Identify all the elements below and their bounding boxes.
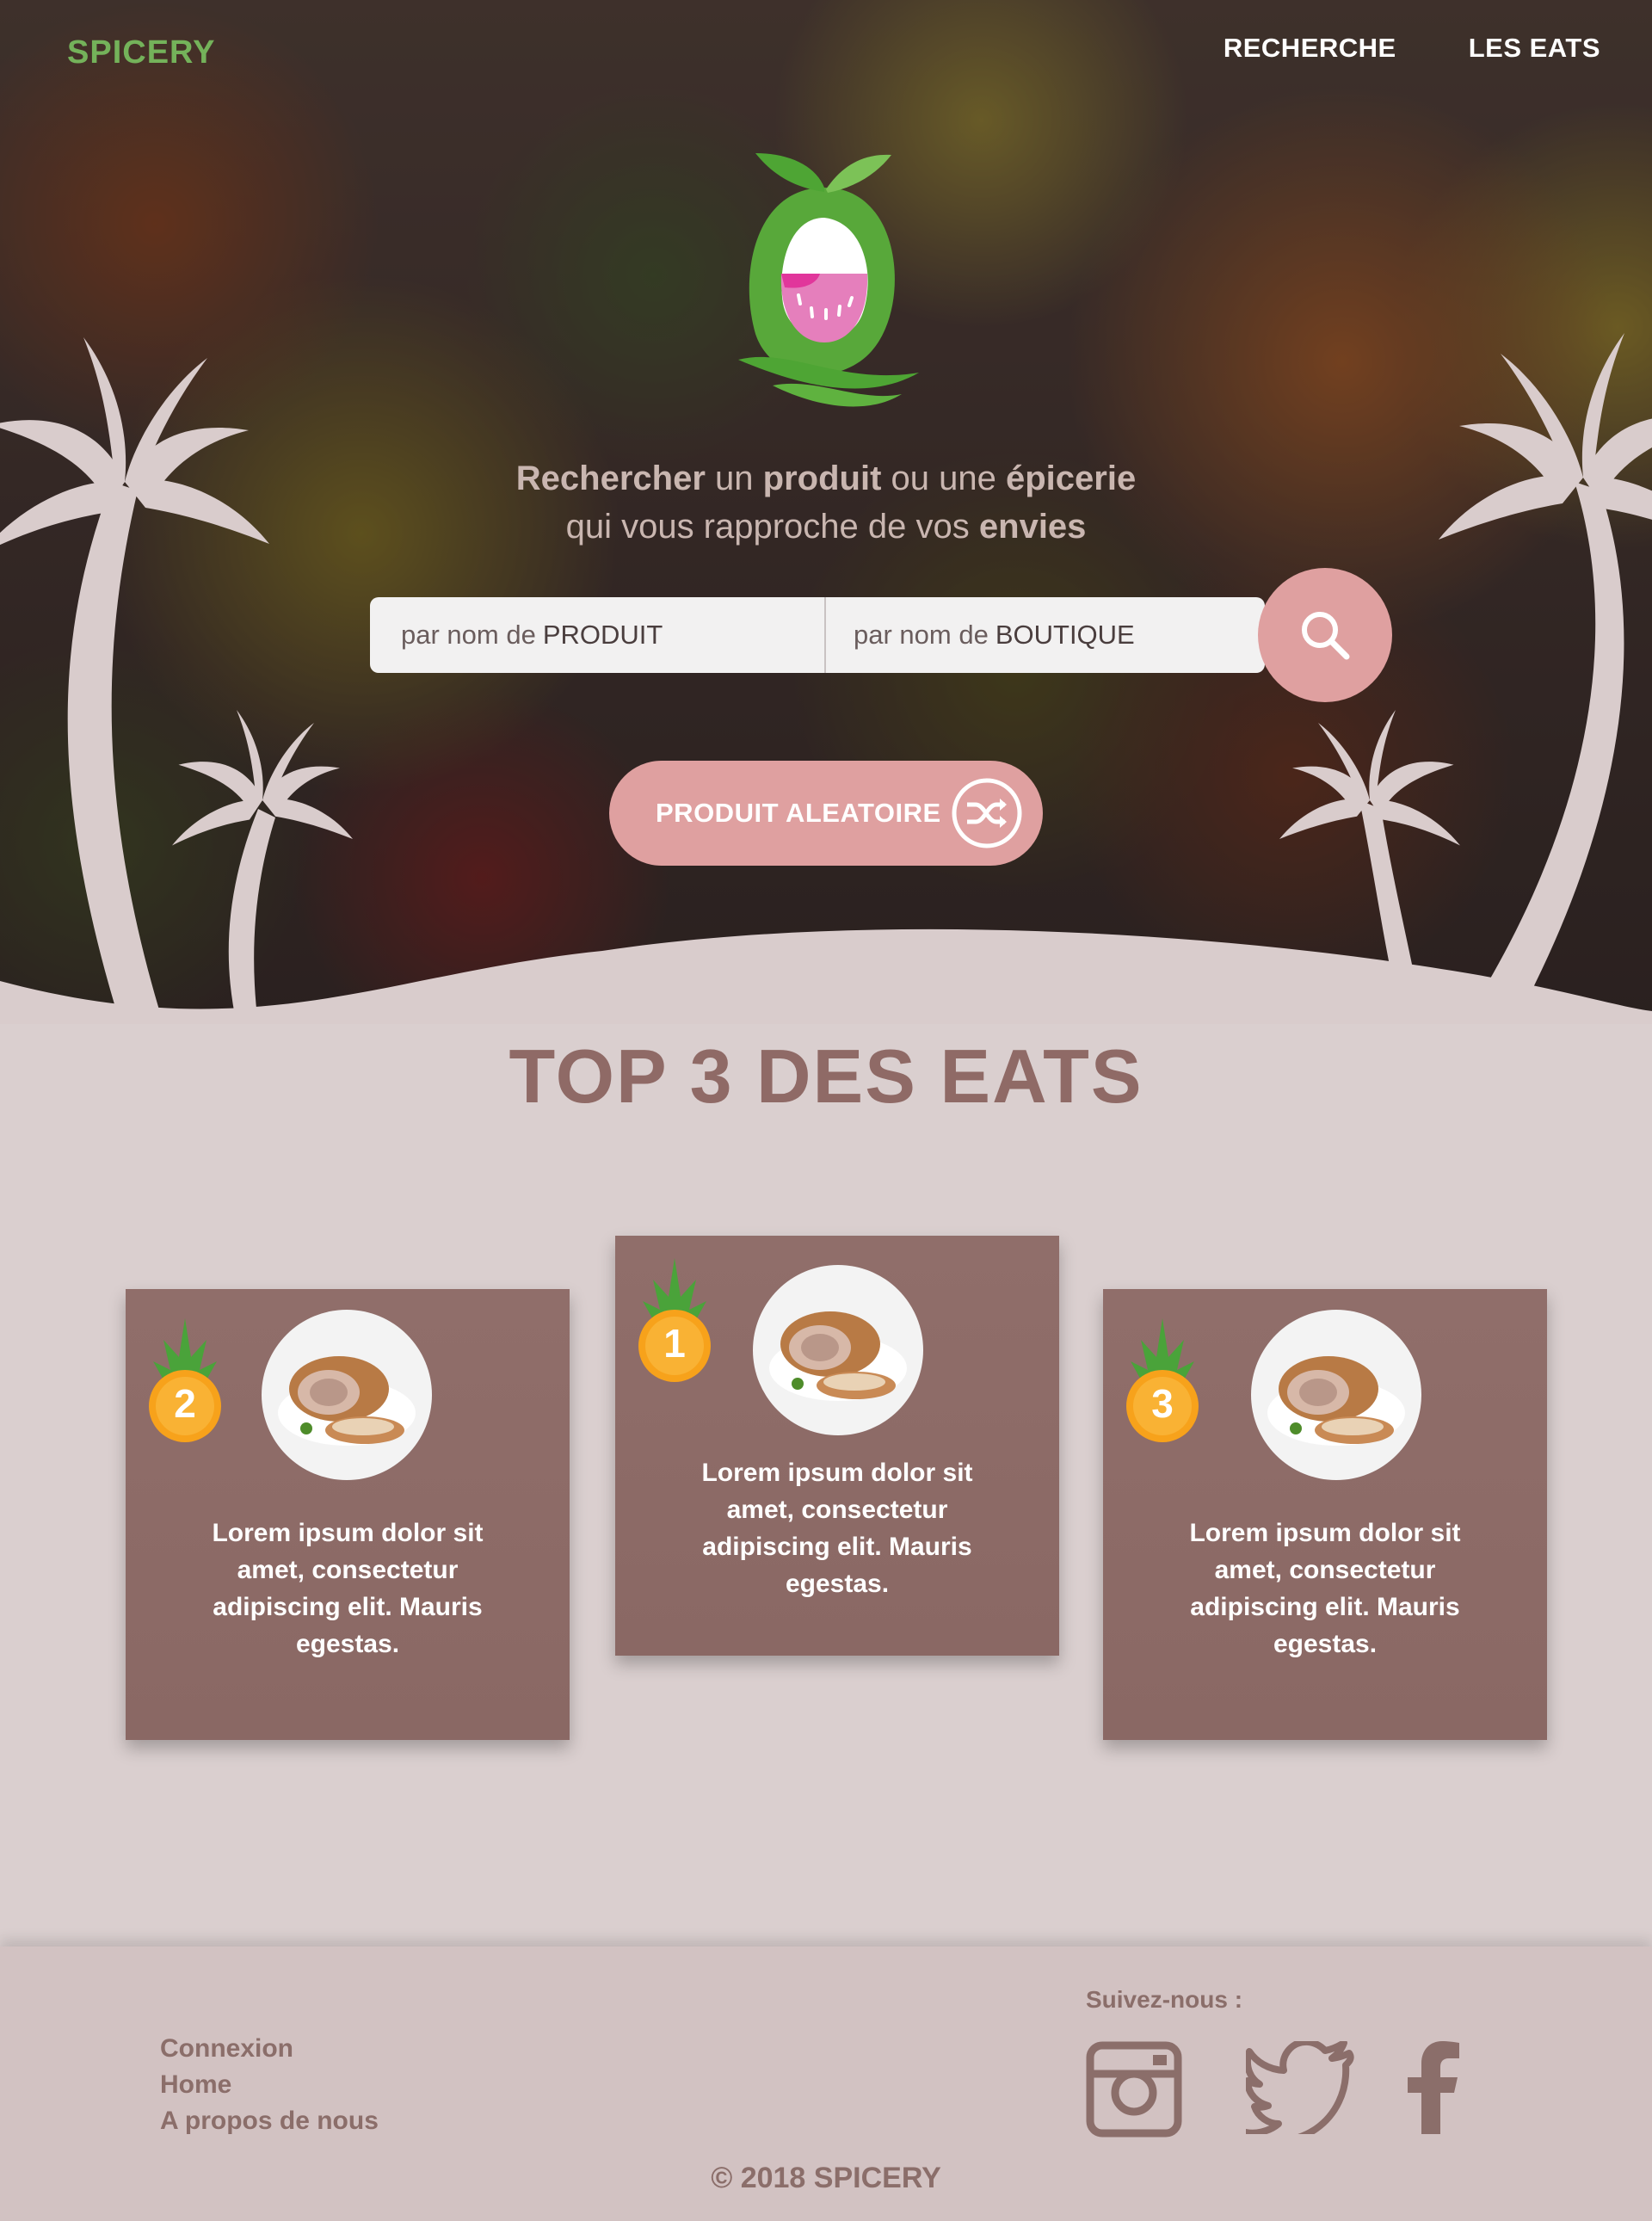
twitter-icon[interactable]	[1246, 2041, 1356, 2134]
top3-section-title: TOP 3 DES EATS	[509, 1033, 1143, 1119]
nav-link-recherche[interactable]: RECHERCHE	[1224, 33, 1396, 64]
search-button[interactable]	[1258, 568, 1392, 702]
top3-card-rank-1[interactable]: 1 Lorem ipsum dolor sit amet, consectetu…	[615, 1236, 1059, 1656]
rank-number: 3	[1151, 1381, 1174, 1426]
brand-logo-text[interactable]: SPICERY	[67, 34, 215, 71]
top3-card-rank-2[interactable]: 2 Lorem ipsum dolor sit amet, consectetu…	[126, 1289, 570, 1740]
footer-link-a-propos[interactable]: A propos de nous	[160, 2103, 379, 2139]
footer-link-connexion[interactable]: Connexion	[160, 2031, 379, 2067]
card-description: Lorem ipsum dolor sit amet, consectetur …	[126, 1515, 570, 1663]
product-placeholder-prefix: par nom de	[401, 620, 536, 650]
card-text: Lorem ipsum dolor sit amet, consectetur …	[212, 1519, 484, 1658]
dish-photo	[753, 1265, 923, 1435]
footer-links: Connexion Home A propos de nous	[160, 2031, 379, 2139]
tagline-word: ou une	[891, 460, 996, 497]
rank-number: 2	[174, 1381, 196, 1426]
top-nav: RECHERCHE LES EATS	[1224, 33, 1600, 64]
search-icon	[1302, 612, 1350, 660]
card-description: Lorem ipsum dolor sit amet, consectetur …	[615, 1454, 1059, 1602]
footer-link-home[interactable]: Home	[160, 2067, 379, 2103]
product-placeholder-keyword: PRODUIT	[542, 620, 663, 650]
tagline-word: épicerie	[1005, 460, 1137, 497]
top3-card-rank-3[interactable]: 3 Lorem ipsum dolor sit amet, consectetu…	[1103, 1289, 1547, 1740]
facebook-icon[interactable]	[1404, 2041, 1461, 2134]
shop-placeholder-keyword: BOUTIQUE	[995, 620, 1135, 650]
follow-us-label: Suivez-nous :	[1086, 1986, 1243, 2013]
shop-placeholder-prefix: par nom de	[854, 620, 989, 650]
site-footer: Connexion Home A propos de nous Suivez-n…	[0, 1946, 1652, 2221]
tagline-word: produit	[762, 460, 882, 497]
card-text: Lorem ipsum dolor sit amet, consectetur …	[1189, 1519, 1461, 1658]
shop-search-input[interactable]: par nom de BOUTIQUE	[826, 597, 1135, 673]
nav-link-les-eats[interactable]: LES EATS	[1469, 33, 1600, 64]
random-product-button[interactable]: PRODUIT ALEATOIRE	[609, 761, 1043, 866]
instagram-icon[interactable]	[1086, 2041, 1182, 2138]
search-bar: par nom de PRODUIT par nom de BOUTIQUE	[370, 597, 1265, 673]
tagline-word: un	[715, 460, 754, 497]
hero-tagline: Rechercher un produit ou une épicerie qu…	[0, 454, 1652, 551]
dish-photo	[262, 1310, 432, 1480]
random-product-label: PRODUIT ALEATOIRE	[656, 798, 941, 828]
spicery-logo-icon	[738, 153, 919, 407]
copyright-text: © 2018 SPICERY	[711, 2162, 941, 2194]
tagline-word: envies	[978, 508, 1087, 546]
shuffle-icon	[952, 778, 1022, 848]
tagline-word: qui vous rapproche de vos	[565, 508, 970, 546]
card-text: Lorem ipsum dolor sit amet, consectetur …	[701, 1459, 973, 1598]
product-search-input[interactable]: par nom de PRODUIT	[370, 597, 826, 673]
rank-number: 1	[663, 1321, 686, 1366]
dish-photo	[1251, 1310, 1421, 1480]
card-description: Lorem ipsum dolor sit amet, consectetur …	[1103, 1515, 1547, 1663]
tagline-word: Rechercher	[515, 460, 706, 497]
